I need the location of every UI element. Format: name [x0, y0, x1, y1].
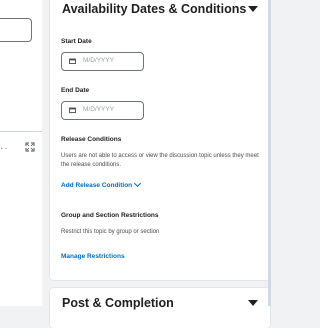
add-release-condition-label: Add Release Condition	[61, 182, 133, 189]
group-restrictions-heading: Group and Section Restrictions	[61, 212, 159, 219]
end-date-field[interactable]: M/D/YYYY	[61, 101, 144, 120]
end-date-label: End Date	[61, 87, 90, 94]
title-input[interactable]	[0, 18, 32, 42]
more-options-icon[interactable]: ··	[0, 143, 9, 154]
chevron-down-icon	[133, 179, 142, 188]
group-restrictions-description: Restrict this topic by group or section	[61, 229, 160, 235]
scrollbar[interactable]	[268, 0, 271, 306]
expand-icon[interactable]	[25, 142, 35, 152]
post-completion-panel: Post & Completion	[50, 288, 270, 328]
expand-toggle-icon[interactable]	[248, 300, 258, 306]
start-date-label: Start Date	[61, 38, 92, 45]
availability-panel: Availability Dates & Conditions Start Da…	[50, 0, 270, 280]
calendar-icon	[69, 107, 76, 113]
start-date-placeholder: M/D/YYYY	[83, 57, 115, 64]
end-date-placeholder: M/D/YYYY	[83, 106, 115, 113]
post-completion-title: Post & Completion	[62, 296, 174, 310]
add-release-condition-button[interactable]: Add Release Condition	[61, 182, 132, 189]
divider	[0, 131, 42, 132]
collapse-icon[interactable]	[248, 6, 258, 12]
availability-title: Availability Dates & Conditions	[62, 2, 247, 16]
release-conditions-heading: Release Conditions	[61, 136, 122, 143]
release-conditions-description: Users are not able to access or view the…	[61, 153, 259, 168]
start-date-field[interactable]: M/D/YYYY	[61, 52, 144, 71]
calendar-icon	[69, 58, 76, 64]
manage-restrictions-link[interactable]: Manage Restrictions	[61, 253, 125, 260]
editor-pane: ··	[0, 0, 42, 306]
